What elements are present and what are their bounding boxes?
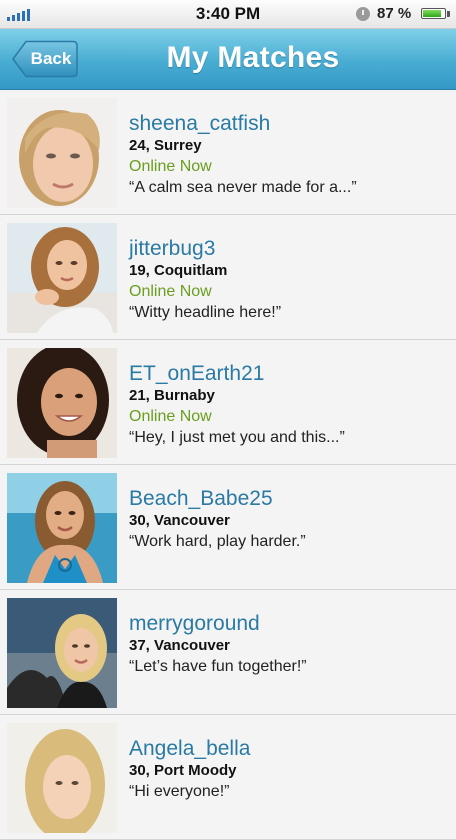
match-info: merrygoround 37, Vancouver “Let’s have f… (129, 611, 450, 678)
match-info: Beach_Babe25 30, Vancouver “Work hard, p… (129, 486, 450, 553)
battery-fill (423, 10, 442, 17)
match-info: Angela_bella 30, Port Moody “Hi everyone… (129, 736, 450, 803)
match-age-location: 19, Coquitlam (129, 262, 228, 279)
match-headline: “Work hard, play harder.” (129, 533, 306, 550)
match-age-location: 30, Vancouver (129, 512, 230, 529)
status-bar: 3:40 PM 87 % (0, 0, 456, 29)
online-status: Online Now (129, 283, 212, 300)
match-row[interactable]: merrygoround 37, Vancouver “Let’s have f… (0, 590, 456, 715)
back-button-label: Back (30, 49, 72, 68)
battery-icon (421, 8, 446, 19)
online-status: Online Now (129, 158, 212, 175)
matches-list: sheena_catfish 24, Surrey Online Now “A … (0, 90, 456, 840)
match-headline: “Witty headline here!” (129, 304, 282, 321)
match-info: jitterbug3 19, Coquitlam Online Now “Wit… (129, 236, 450, 324)
page-title: My Matches (166, 41, 340, 74)
match-row[interactable]: sheena_catfish 24, Surrey Online Now “A … (0, 90, 456, 215)
match-headline: “A calm sea never made for a...” (129, 179, 357, 196)
match-username[interactable]: Beach_Babe25 (129, 486, 450, 511)
match-username[interactable]: Angela_bella (129, 736, 450, 761)
match-age-location: 24, Surrey (129, 137, 202, 154)
profile-photo (7, 223, 117, 333)
profile-photo (7, 473, 117, 583)
profile-photo (7, 598, 117, 708)
match-row[interactable]: Angela_bella 30, Port Moody “Hi everyone… (0, 715, 456, 840)
online-status: Online Now (129, 408, 212, 425)
match-row[interactable]: Beach_Babe25 30, Vancouver “Work hard, p… (0, 465, 456, 590)
match-username[interactable]: sheena_catfish (129, 111, 450, 136)
match-username[interactable]: jitterbug3 (129, 236, 450, 261)
match-info: ET_onEarth21 21, Burnaby Online Now “Hey… (129, 361, 450, 449)
match-age-location: 21, Burnaby (129, 387, 215, 404)
match-headline: “Hey, I just met you and this...” (129, 429, 345, 446)
navigation-bar: Back My Matches (0, 29, 456, 90)
match-username[interactable]: merrygoround (129, 611, 450, 636)
match-info: sheena_catfish 24, Surrey Online Now “A … (129, 111, 450, 199)
match-username[interactable]: ET_onEarth21 (129, 361, 450, 386)
battery-tip (447, 11, 450, 17)
match-row[interactable]: ET_onEarth21 21, Burnaby Online Now “Hey… (0, 340, 456, 465)
battery-percent: 87 % (377, 5, 412, 22)
match-age-location: 37, Vancouver (129, 637, 230, 654)
match-row[interactable]: jitterbug3 19, Coquitlam Online Now “Wit… (0, 215, 456, 340)
match-age-location: 30, Port Moody (129, 762, 237, 779)
match-headline: “Hi everyone!” (129, 783, 230, 800)
match-headline: “Let’s have fun together!” (129, 658, 307, 675)
profile-photo (7, 348, 117, 458)
profile-photo (7, 723, 117, 833)
profile-photo (7, 98, 117, 208)
back-button[interactable]: Back (12, 40, 78, 78)
clock-icon (356, 7, 370, 21)
